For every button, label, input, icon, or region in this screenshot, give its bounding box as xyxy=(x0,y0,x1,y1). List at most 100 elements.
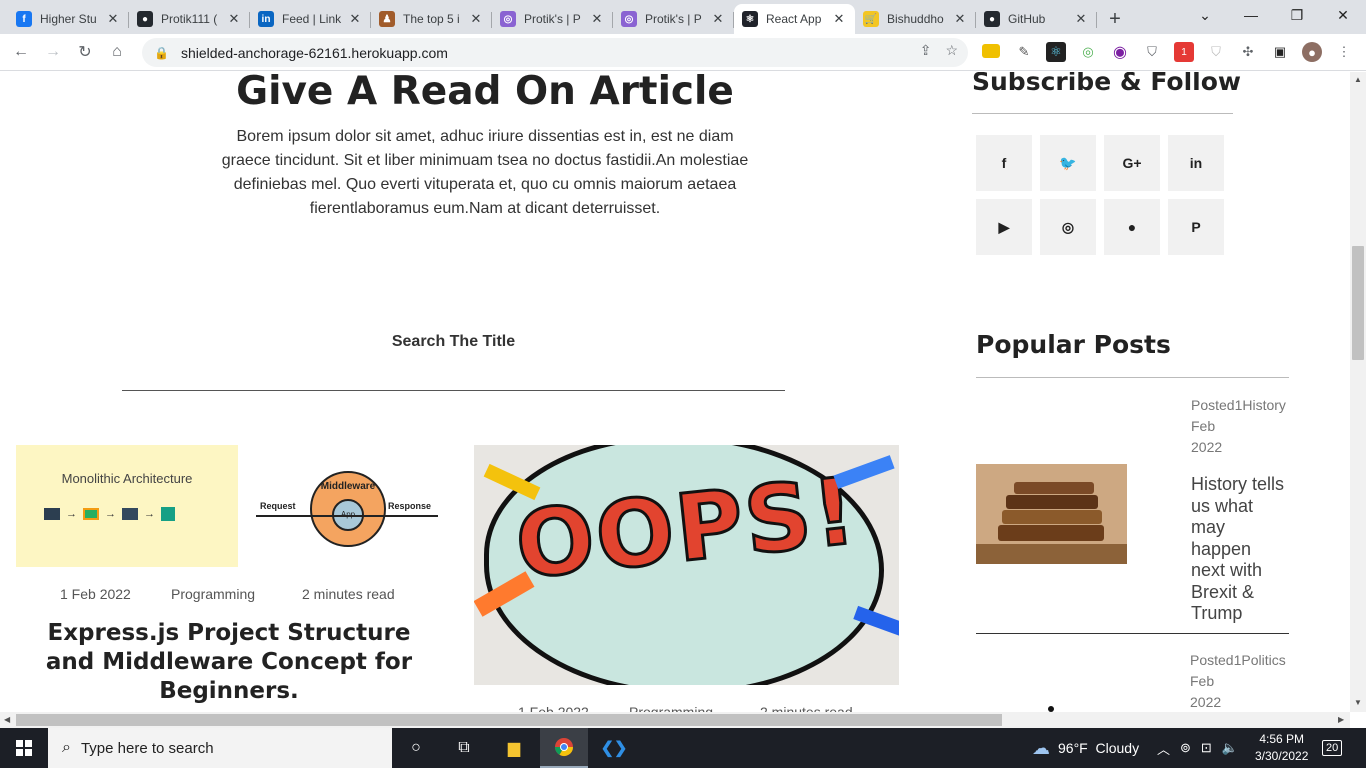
new-tab-button[interactable]: + xyxy=(1097,4,1133,34)
card-image-oops[interactable]: OOPS! xyxy=(474,445,899,685)
taskbar-search-box[interactable]: ⌕ Type here to search xyxy=(48,728,392,768)
browser-tab[interactable]: 🛒 Bishuddho ✕ xyxy=(855,4,976,34)
chevron-up-icon[interactable]: ︿ xyxy=(1157,739,1170,758)
vertical-scrollbar[interactable]: ▲ ▼ xyxy=(1350,72,1366,712)
shield-extension-icon[interactable]: ⛉ xyxy=(1142,42,1162,62)
side-panel-icon[interactable]: ▣ xyxy=(1270,42,1290,62)
file-explorer-icon[interactable]: ▆ xyxy=(490,728,538,768)
card-category[interactable]: Programming xyxy=(171,586,302,602)
back-icon[interactable]: ← xyxy=(5,36,37,68)
hero-title: Give A Read On Article xyxy=(236,72,734,114)
youtube-icon[interactable]: ▶ xyxy=(976,199,1032,255)
wifi-icon[interactable]: ⊡ xyxy=(1201,740,1212,756)
popular-posts-title: Popular Posts xyxy=(976,330,1171,359)
weather-widget[interactable]: ☁ 96°F Cloudy xyxy=(1032,728,1139,768)
github-icon: ● xyxy=(984,11,1000,27)
browser-tab[interactable]: ● Protik111 (✕ xyxy=(129,4,250,34)
reload-icon[interactable]: ↻ xyxy=(69,36,101,68)
browser-tab[interactable]: ⚛ React App ✕ xyxy=(734,4,855,34)
card-title[interactable]: Express.js Project Structure and Middlew… xyxy=(20,619,438,706)
close-tab-icon[interactable]: ✕ xyxy=(347,11,363,27)
profile-avatar[interactable]: ● xyxy=(1302,42,1322,62)
clock[interactable]: 4:56 PM 3/30/2022 xyxy=(1255,728,1308,768)
post-thumbnail-books[interactable] xyxy=(976,464,1127,564)
vscode-icon[interactable]: ❮❯ xyxy=(590,728,638,768)
twitter-icon[interactable]: 🐦 xyxy=(1040,135,1096,191)
close-tab-icon[interactable]: ✕ xyxy=(226,11,242,27)
close-tab-icon[interactable]: ✕ xyxy=(589,11,605,27)
browser-tab[interactable]: ♟ The top 5 i ✕ xyxy=(371,4,492,34)
card-image-express[interactable]: Monolithic Architecture → → → Middleware… xyxy=(16,445,440,567)
close-window-button[interactable]: ✕ xyxy=(1320,0,1366,30)
tab-title: The top 5 i xyxy=(403,12,460,26)
cortana-icon[interactable]: ○ xyxy=(392,728,440,768)
linkedin-icon: in xyxy=(258,11,274,27)
tab-title: Protik's | P xyxy=(645,12,702,26)
bookmark-star-icon[interactable]: ☆ xyxy=(945,42,958,59)
tab-search-icon[interactable]: ⌄ xyxy=(1182,0,1228,30)
subscribe-title: Subscribe & Follow xyxy=(972,72,1242,96)
page-content: Give A Read On Article Borem ipsum dolor… xyxy=(0,72,1350,712)
share-icon[interactable]: ⇪ xyxy=(920,42,932,59)
chrome-icon[interactable] xyxy=(540,728,588,768)
extension-circle-icon[interactable]: ◎ xyxy=(1078,42,1098,62)
close-tab-icon[interactable]: ✕ xyxy=(952,11,968,27)
browser-tab[interactable]: f Higher Stu ✕ xyxy=(8,4,129,34)
notification-center-icon[interactable]: 20 xyxy=(1322,728,1343,768)
lock-icon: 🔒 xyxy=(154,45,169,60)
eyedropper-extension-icon[interactable]: ✎ xyxy=(1014,42,1034,62)
forward-icon[interactable]: → xyxy=(37,36,69,68)
vertical-scroll-thumb[interactable] xyxy=(1352,246,1364,360)
url-text: shielded-anchorage-62161.herokuapp.com xyxy=(180,44,448,61)
github-icon[interactable]: ● xyxy=(1104,199,1160,255)
card-meta: 1 Feb 2022 Programming 2 minutes read xyxy=(60,586,395,602)
scroll-right-icon[interactable]: ▶ xyxy=(1338,715,1344,724)
horizontal-scrollbar[interactable]: ◀ ▶ xyxy=(0,712,1350,728)
browser-menu-icon[interactable]: ⋮ xyxy=(1334,42,1354,62)
network-status-icon[interactable]: ⊚ xyxy=(1180,740,1191,756)
scroll-up-icon[interactable]: ▲ xyxy=(1354,75,1362,84)
extensions-puzzle-icon[interactable]: ✣ xyxy=(1238,42,1258,62)
browser-tab[interactable]: in Feed | Link ✕ xyxy=(250,4,371,34)
linkedin-icon[interactable]: in xyxy=(1168,135,1224,191)
task-view-icon[interactable]: ⧉ xyxy=(440,728,488,768)
browser-tab[interactable]: ● GitHub ✕ xyxy=(976,4,1097,34)
react-devtools-extension-icon[interactable]: ⚛ xyxy=(1046,42,1066,62)
windows-start-icon[interactable] xyxy=(0,728,48,768)
maximize-button[interactable]: ❐ xyxy=(1274,0,1320,30)
home-icon[interactable]: ⌂ xyxy=(101,36,133,68)
divider xyxy=(976,633,1289,634)
browser-tab[interactable]: ◎ Protik's | P ✕ xyxy=(613,4,734,34)
facebook-icon: f xyxy=(16,11,32,27)
close-tab-icon[interactable]: ✕ xyxy=(468,11,484,27)
scroll-left-icon[interactable]: ◀ xyxy=(4,715,10,724)
shield-outline-extension-icon[interactable]: ⛉ xyxy=(1206,42,1226,62)
browser-tab[interactable]: ◎ Protik's | P ✕ xyxy=(492,4,613,34)
windows-taskbar: ⌕ Type here to search ○ ⧉ ▆ ❮❯ ☁ 96°F Cl… xyxy=(0,728,1366,768)
pinterest-icon[interactable]: P xyxy=(1168,199,1224,255)
google-plus-icon[interactable]: G+ xyxy=(1104,135,1160,191)
extension-ring-icon[interactable]: ◉ xyxy=(1110,42,1130,62)
volume-icon[interactable]: 🔈 xyxy=(1222,740,1238,756)
minimize-button[interactable]: — xyxy=(1228,0,1274,30)
close-tab-icon[interactable]: ✕ xyxy=(710,11,726,27)
scroll-down-icon[interactable]: ▼ xyxy=(1354,698,1362,707)
close-tab-icon[interactable]: ✕ xyxy=(1073,11,1089,27)
horizontal-scroll-thumb[interactable] xyxy=(16,714,1002,726)
card-date: 1 Feb 2022 xyxy=(60,586,131,602)
card-read-time: 2 minutes read xyxy=(302,586,395,602)
search-label: Search The Title xyxy=(391,333,516,350)
middleware-circle: Middleware App xyxy=(310,471,386,547)
tab-title: Higher Stu xyxy=(40,12,97,26)
search-input-underline[interactable] xyxy=(122,390,785,391)
close-tab-icon[interactable]: ✕ xyxy=(831,11,847,27)
post-title[interactable]: History tells us what may happen next wi… xyxy=(1191,474,1286,625)
facebook-icon[interactable]: f xyxy=(976,135,1032,191)
extension-folder-icon[interactable] xyxy=(982,44,1000,58)
close-tab-icon[interactable]: ✕ xyxy=(105,11,121,27)
notification-extension-icon[interactable]: 1 xyxy=(1174,42,1194,62)
clock-time: 4:56 PM xyxy=(1259,732,1305,746)
card-category[interactable]: Programming xyxy=(629,704,760,712)
instagram-icon[interactable]: ◎ xyxy=(1040,199,1096,255)
address-bar[interactable]: 🔒 shielded-anchorage-62161.herokuapp.com… xyxy=(142,38,968,67)
